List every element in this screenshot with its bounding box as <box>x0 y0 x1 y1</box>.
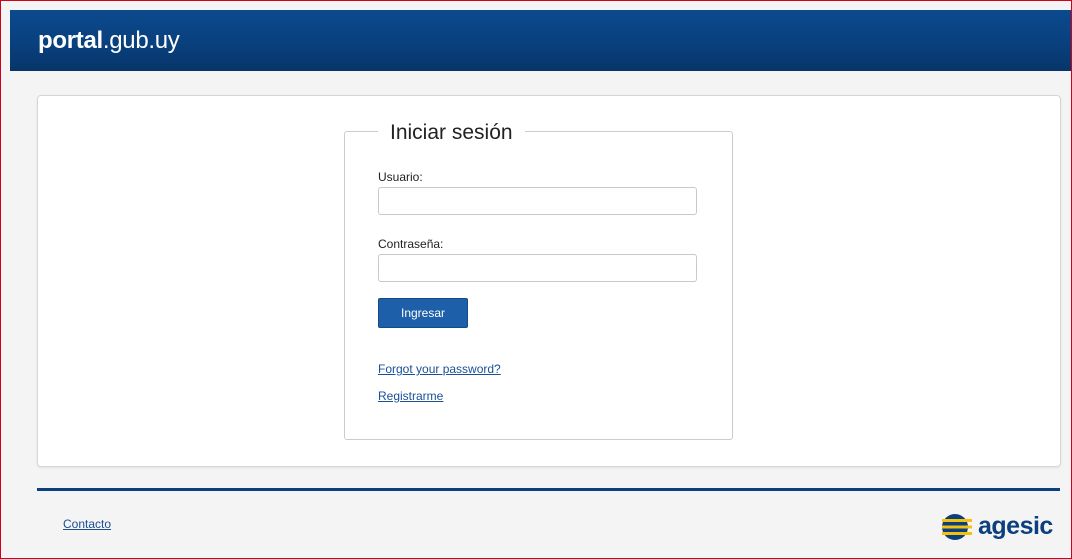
username-input[interactable] <box>378 187 697 215</box>
password-label: Contraseña: <box>378 237 444 251</box>
brand-domain-text: .gub.uy <box>102 27 180 54</box>
forgot-password-link[interactable]: Forgot your password? <box>378 362 501 376</box>
footer-divider <box>37 488 1060 491</box>
username-label: Usuario: <box>378 170 423 184</box>
login-title: Iniciar sesión <box>378 119 525 147</box>
agesic-logo-icon <box>942 514 972 540</box>
top-header-bar: portal.gub.uy <box>10 10 1071 71</box>
agesic-logo[interactable]: agesic <box>941 511 1063 543</box>
contact-link[interactable]: Contacto <box>63 517 111 531</box>
brand-bold-text: portal <box>38 27 103 54</box>
register-link[interactable]: Registrarme <box>378 389 443 403</box>
password-input[interactable] <box>378 254 697 282</box>
portal-brand-logo[interactable]: portal.gub.uy <box>38 27 180 55</box>
page-frame: portal.gub.uy Iniciar sesión Usuario: Co… <box>0 0 1072 559</box>
login-submit-button[interactable]: Ingresar <box>378 298 468 328</box>
agesic-logo-text: agesic <box>978 512 1053 540</box>
